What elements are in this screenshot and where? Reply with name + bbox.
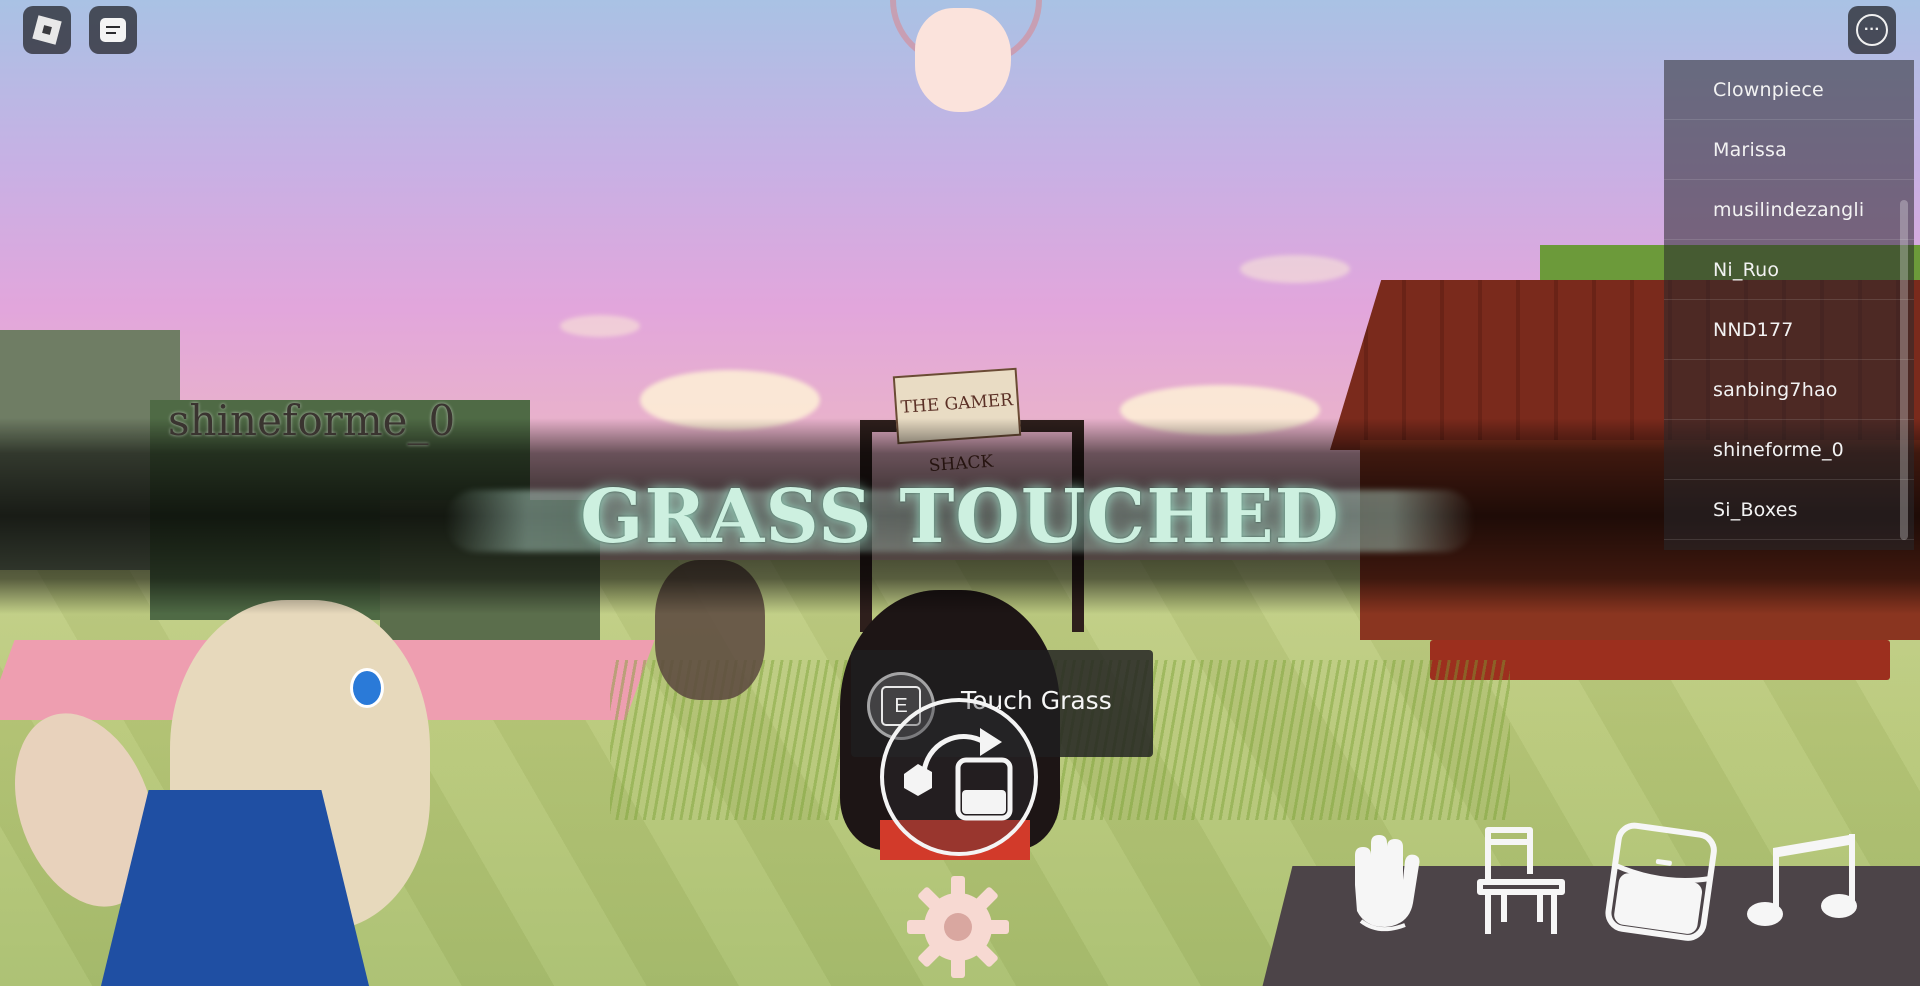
more-options-icon: ··· [1856,14,1888,46]
player-list-item[interactable]: shineforme_0 [1664,420,1914,480]
swap-button[interactable] [880,698,1038,856]
cat-emblem-icon[interactable] [915,8,1011,112]
player-list-item[interactable]: sanbing7hao [1664,360,1914,420]
player-list-scrollbar[interactable] [1900,200,1908,540]
player-list-item[interactable]: Si_Boxes [1664,480,1914,540]
banner-title: GRASS TOUCHED [580,474,1340,560]
chat-icon [100,18,126,42]
music-note-icon[interactable] [1745,830,1865,930]
player-list-item[interactable]: Ni_Ruo [1664,240,1914,300]
more-options-button[interactable]: ··· [1848,6,1896,54]
cloud [560,315,640,337]
roblox-logo-icon [32,15,62,45]
player-list-item[interactable]: musilindezangli [1664,180,1914,240]
swap-icon [904,728,1013,821]
player-list-item[interactable]: Clownpiece [1664,60,1914,120]
cloud [1240,255,1350,283]
wave-hand-icon[interactable] [1335,825,1435,935]
player-list-item[interactable]: Marissa [1664,120,1914,180]
gear-icon[interactable] [903,872,1013,982]
backpack-icon[interactable] [1605,820,1721,946]
chair-icon[interactable] [1474,822,1568,942]
player-nametag: shineforme_0 [168,396,456,445]
player-list-item[interactable]: NND177 [1664,300,1914,360]
chat-button[interactable] [89,6,137,54]
character-eye [350,668,384,708]
player-list[interactable]: Clownpiece Marissa musilindezangli Ni_Ru… [1664,60,1914,550]
roblox-menu-button[interactable] [23,6,71,54]
